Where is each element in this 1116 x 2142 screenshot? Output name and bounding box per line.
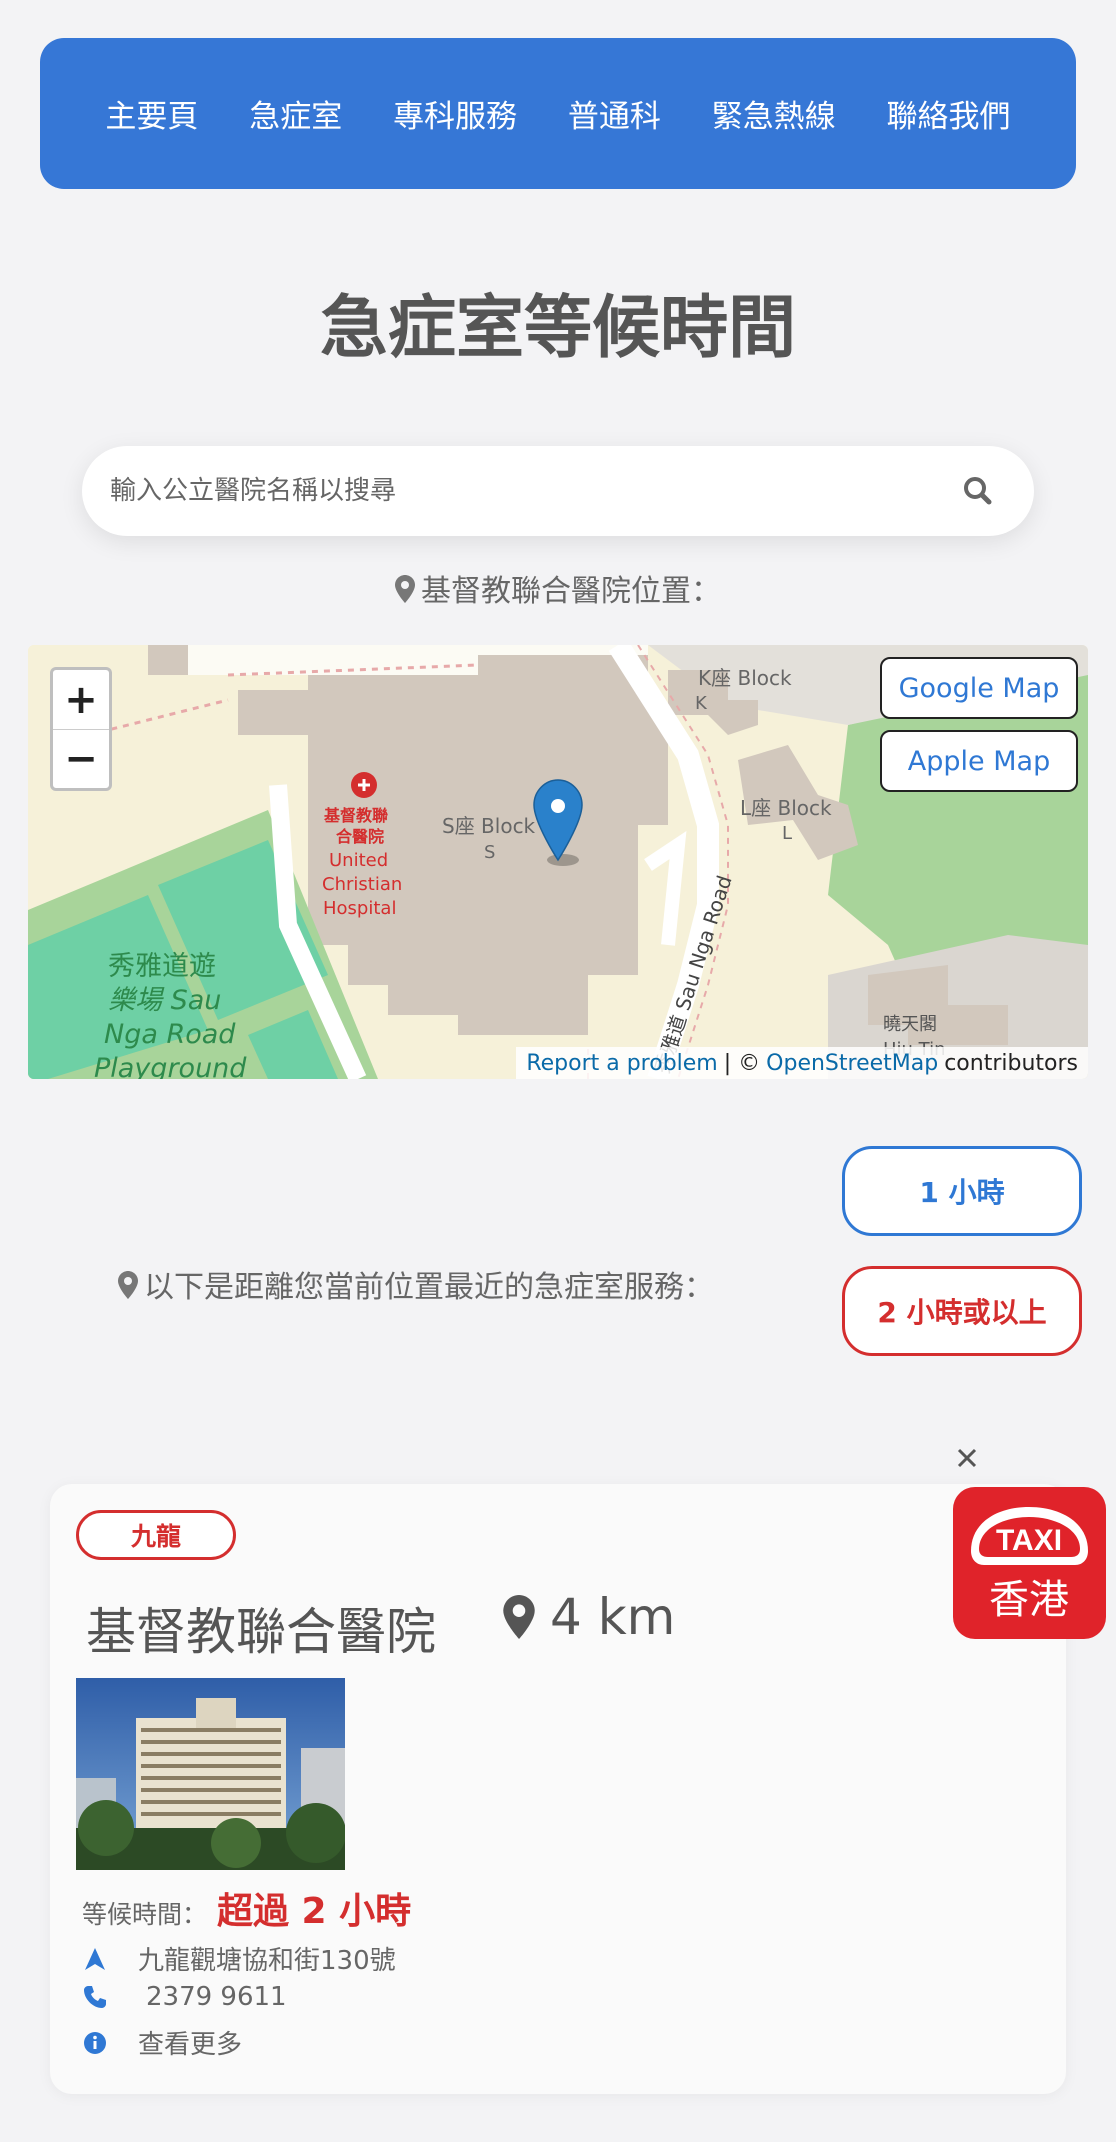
nearest-label: 以下是距離您當前位置最近的急症室服務： [118,1262,714,1306]
map-label-hospital-zh1: 基督教聯 [323,806,388,825]
map-pin-icon [395,575,415,603]
attribution-contributors: contributors [944,1050,1078,1076]
taxi-logo: TAXI 香港 [971,1507,1088,1623]
close-icon[interactable] [953,1444,981,1472]
nearest-label-text: 以下是距離您當前位置最近的急症室服務： [144,1270,714,1305]
map-pin-icon [118,1271,138,1299]
address-row[interactable]: 九龍觀塘協和街130號 [82,1940,396,1977]
map-label-k: K [695,693,708,714]
nav-contact[interactable]: 聯絡我們 [887,91,1011,136]
map-label-hospital-zh2: 合醫院 [336,827,384,846]
phone-text: 2379 9611 [146,1982,287,2012]
nav-hotline[interactable]: 緊急熱線 [712,91,836,136]
map-label-l: L [782,823,792,844]
map-label-playground2: 樂場 Sau [108,985,221,1016]
search-icon[interactable] [958,471,998,511]
wait-row: 等候時間： 超過 2 小時 [82,1882,411,1934]
top-nav: 主要頁 急症室 專科服務 普通科 緊急熱線 聯絡我們 [40,38,1076,189]
map-label-playground4: Playground [94,1053,247,1079]
map-attribution: Report a problem | © OpenStreetMap contr… [516,1047,1088,1079]
phone-row[interactable]: 2379 9611 [82,1982,287,2012]
location-label: 基督教聯合醫院位置： [0,566,1116,610]
wait-value: 超過 2 小時 [217,1891,412,1932]
taxi-top-text: TAXI [996,1524,1062,1557]
map-label-s: S [484,842,495,863]
hospital-name: 基督教聯合醫院 [86,1603,436,1661]
taxi-bottom-text: 香港 [989,1577,1069,1623]
location-label-text: 基督教聯合醫院位置： [421,574,721,609]
navigation-arrow-icon [85,1947,105,1970]
map-label-s-block: S座 Block [442,814,536,838]
map-label-l-block: L座 Block [740,796,832,820]
more-text: 查看更多 [138,2030,243,2060]
search-input[interactable] [110,476,958,506]
map-label-playground3: Nga Road [104,1019,236,1050]
page-title: 急症室等候時間 [319,289,796,368]
zoom-in-button[interactable]: + [53,670,109,729]
zoom-control: + − [50,667,112,791]
hospital-card[interactable]: 九龍 基督教聯合醫院 4 km 等候時間： 超過 2 小時 九龍觀塘協和街130… [50,1484,1066,2094]
map-label-hospital-en2: Christian [322,874,402,895]
map-label-hospital-en1: United [329,850,388,871]
map-label-playground1: 秀雅道遊 [108,951,216,982]
apple-map-button[interactable]: Apple Map [880,730,1078,792]
map-label-hiu-tin1: 曉天閣 [883,1014,937,1035]
report-problem-link[interactable]: Report a problem [526,1051,717,1076]
attribution-separator: | © [723,1050,761,1076]
more-row[interactable]: 查看更多 [82,2024,242,2061]
map-label-k-block: K座 Block [698,666,792,690]
nav-specialist[interactable]: 專科服務 [393,91,517,136]
nav-emergency[interactable]: 急症室 [249,91,342,136]
wait-label: 等候時間： [82,1900,208,1929]
distance-value: 4 km [550,1588,676,1646]
nav-general[interactable]: 普通科 [568,91,661,136]
search-bar [82,446,1034,536]
distance: 4 km [502,1588,675,1646]
info-icon [84,2031,106,2054]
region-badge: 九龍 [76,1510,236,1560]
zoom-out-button[interactable]: − [53,729,109,788]
osm-link[interactable]: OpenStreetMap [766,1051,938,1076]
map-label-hospital-en3: Hospital [323,898,396,919]
taxi-hk-ad[interactable]: TAXI 香港 [953,1487,1106,1639]
map-view[interactable]: K座 Block K S座 Block S L座 Block L 基督教聯 合醫… [28,645,1088,1079]
filter-one-hour-button[interactable]: 1 小時 [842,1146,1082,1236]
nav-home[interactable]: 主要頁 [105,91,198,136]
map-pin-icon [503,1595,535,1639]
hospital-photo [76,1678,345,1870]
address-text: 九龍觀塘協和街130號 [138,1946,396,1976]
google-map-button[interactable]: Google Map [880,657,1078,719]
filter-two-hours-button[interactable]: 2 小時或以上 [842,1266,1082,1356]
phone-icon [84,1986,106,2008]
